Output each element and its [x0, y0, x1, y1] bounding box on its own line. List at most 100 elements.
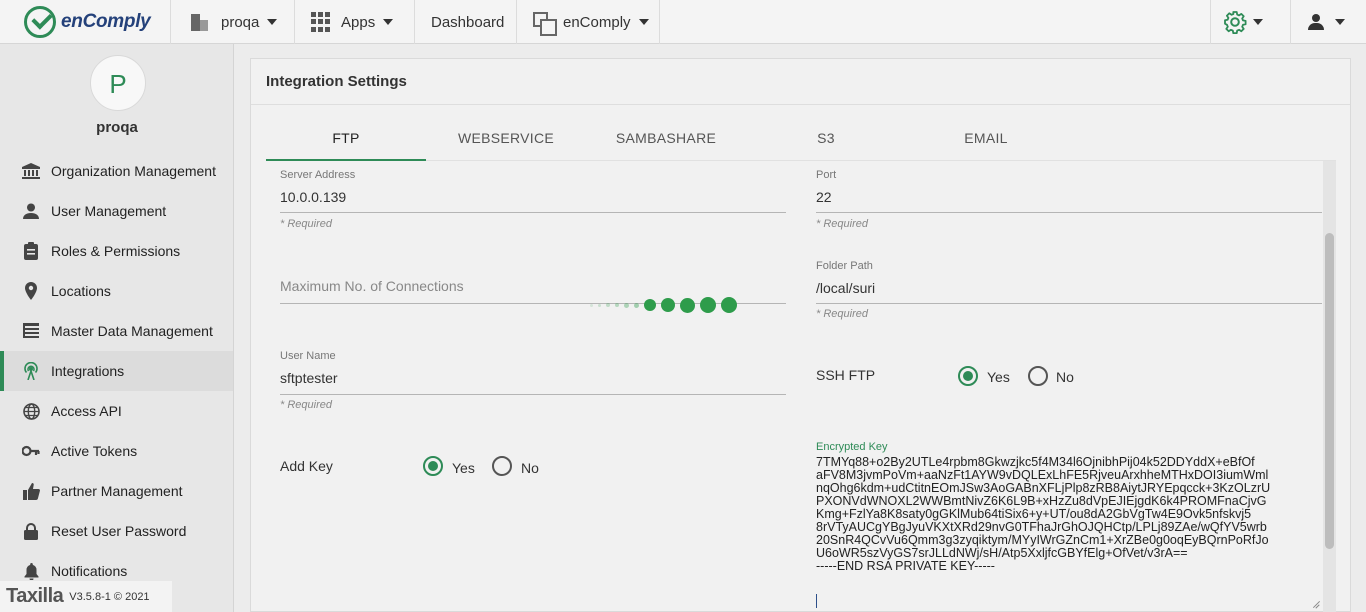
integration-tabs: FTP WEBSERVICE SAMBASHARE S3 EMAIL [266, 121, 1336, 161]
sidebar-item-label: Master Data Management [51, 323, 213, 339]
add-key-yes-label[interactable]: Yes [452, 460, 475, 476]
user-name-underline [280, 394, 786, 395]
folder-path-underline [816, 303, 1322, 304]
building-icon [189, 13, 209, 31]
bank-icon [22, 162, 40, 180]
person-icon [1307, 13, 1325, 31]
version-text: V3.5.8-1 © 2021 [69, 590, 150, 603]
dashboard-link-label: Dashboard [431, 13, 505, 31]
clipboard-icon [22, 242, 40, 260]
folder-path-hint: * Required [816, 308, 868, 320]
avatar: P [90, 55, 146, 111]
user-name-input[interactable]: sftptester [280, 370, 338, 386]
top-bar: enComply proqa Apps Dashboard enComply [0, 0, 1366, 44]
divider [251, 104, 1350, 105]
org-name: proqa [96, 119, 138, 136]
org-menu[interactable]: proqa [170, 0, 294, 44]
port-label: Port [816, 169, 837, 181]
brand-name: enComply [61, 11, 151, 32]
pin-icon [22, 282, 40, 300]
tab-webservice[interactable]: WEBSERVICE [426, 121, 586, 161]
server-address-input[interactable]: 10.0.0.139 [280, 189, 346, 205]
app-switch-icon [533, 12, 557, 36]
user-name-hint: * Required [280, 399, 332, 411]
max-connections-input[interactable]: Maximum No. of Connections [280, 278, 464, 294]
user-name-label: User Name [280, 350, 336, 362]
key-icon [22, 442, 40, 460]
ssh-ftp-no-label[interactable]: No [1056, 369, 1074, 385]
server-address-underline [280, 212, 786, 213]
sidebar-item-integrations[interactable]: Integrations [0, 351, 233, 391]
check-logo-icon [24, 6, 56, 38]
ssh-ftp-yes-radio[interactable] [958, 366, 978, 386]
sidebar-item-master-data-management[interactable]: Master Data Management [0, 311, 233, 351]
add-key-label: Add Key [280, 458, 333, 474]
sidebar-item-label: Roles & Permissions [51, 243, 181, 259]
app-switcher-label: enComply [563, 13, 631, 31]
sidebar-item-user-management[interactable]: User Management [0, 191, 233, 231]
sidebar-item-reset-user-password[interactable]: Reset User Password [0, 511, 233, 551]
settings-menu[interactable] [1210, 0, 1280, 44]
sidebar-item-locations[interactable]: Locations [0, 271, 233, 311]
table-icon [22, 322, 40, 340]
apps-menu[interactable]: Apps [294, 0, 414, 44]
user-icon [22, 202, 40, 220]
gear-icon [1224, 11, 1247, 34]
page-title: Integration Settings [266, 73, 407, 90]
add-key-yes-radio[interactable] [423, 456, 443, 476]
sidebar-item-roles-permissions[interactable]: Roles & Permissions [0, 231, 233, 271]
tab-sambashare[interactable]: SAMBASHARE [586, 121, 746, 161]
chevron-down-icon [267, 19, 278, 25]
port-hint: * Required [816, 218, 868, 230]
taxilla-logo: Taxilla [6, 585, 64, 607]
sidebar-item-organization-management[interactable]: Organization Management [0, 151, 233, 191]
sidebar-item-partner-management[interactable]: Partner Management [0, 471, 233, 511]
add-key-no-label[interactable]: No [521, 460, 539, 476]
chevron-down-icon [1335, 19, 1345, 25]
encrypted-key-label: Encrypted Key [816, 441, 888, 453]
ssh-ftp-no-radio[interactable] [1028, 366, 1048, 386]
tab-ftp[interactable]: FTP [266, 121, 426, 161]
chevron-down-icon [383, 19, 394, 25]
tab-s3[interactable]: S3 [746, 121, 906, 161]
sidebar-item-label: Access API [51, 403, 122, 419]
server-address-label: Server Address [280, 169, 356, 181]
text-cursor [816, 594, 817, 608]
encrypted-key-textarea[interactable]: 7TMYq88+o2By2UTLe4rpbm8Gkwzjkc5f4M34l6Oj… [816, 456, 1322, 612]
dashboard-link[interactable]: Dashboard [414, 0, 516, 44]
sidebar-item-label: Locations [51, 283, 111, 299]
bell-icon [22, 562, 40, 580]
ssh-ftp-label: SSH FTP [816, 367, 876, 383]
lock-icon [22, 522, 40, 540]
server-address-hint: * Required [280, 218, 332, 230]
sidebar-item-label: Organization Management [51, 163, 216, 179]
port-input[interactable]: 22 [816, 189, 832, 205]
add-key-no-radio[interactable] [492, 456, 512, 476]
scrollbar-thumb[interactable] [1325, 233, 1334, 549]
antenna-icon [22, 362, 40, 380]
ssh-ftp-yes-label[interactable]: Yes [987, 369, 1010, 385]
footer-brand: Taxilla V3.5.8-1 © 2021 [0, 581, 172, 612]
chevron-down-icon [1253, 19, 1263, 25]
app-switcher[interactable]: enComply [516, 0, 660, 44]
port-underline [816, 212, 1322, 213]
brand-logo[interactable]: enComply [24, 6, 151, 38]
user-menu[interactable] [1290, 0, 1366, 44]
sidebar-item-label: Notifications [51, 563, 128, 579]
apps-menu-label: Apps [341, 13, 376, 31]
sidebar-item-label: Active Tokens [51, 443, 138, 459]
form-scrollbar[interactable] [1323, 161, 1336, 612]
sidebar-item-label: Reset User Password [51, 523, 187, 539]
sidebar-item-access-api[interactable]: Access API [0, 391, 233, 431]
grid-icon [311, 12, 331, 32]
sidebar-item-label: User Management [51, 203, 167, 219]
org-menu-label: proqa [221, 13, 260, 31]
thumbs-up-icon [22, 482, 40, 500]
resize-handle-icon[interactable] [1310, 599, 1320, 609]
tab-email[interactable]: EMAIL [906, 121, 1066, 161]
sidebar: P proqa Organization Management User Man… [0, 44, 234, 612]
globe-icon [22, 402, 40, 420]
sidebar-item-active-tokens[interactable]: Active Tokens [0, 431, 233, 471]
loading-spinner [590, 295, 742, 315]
folder-path-input[interactable]: /local/suri [816, 280, 875, 296]
